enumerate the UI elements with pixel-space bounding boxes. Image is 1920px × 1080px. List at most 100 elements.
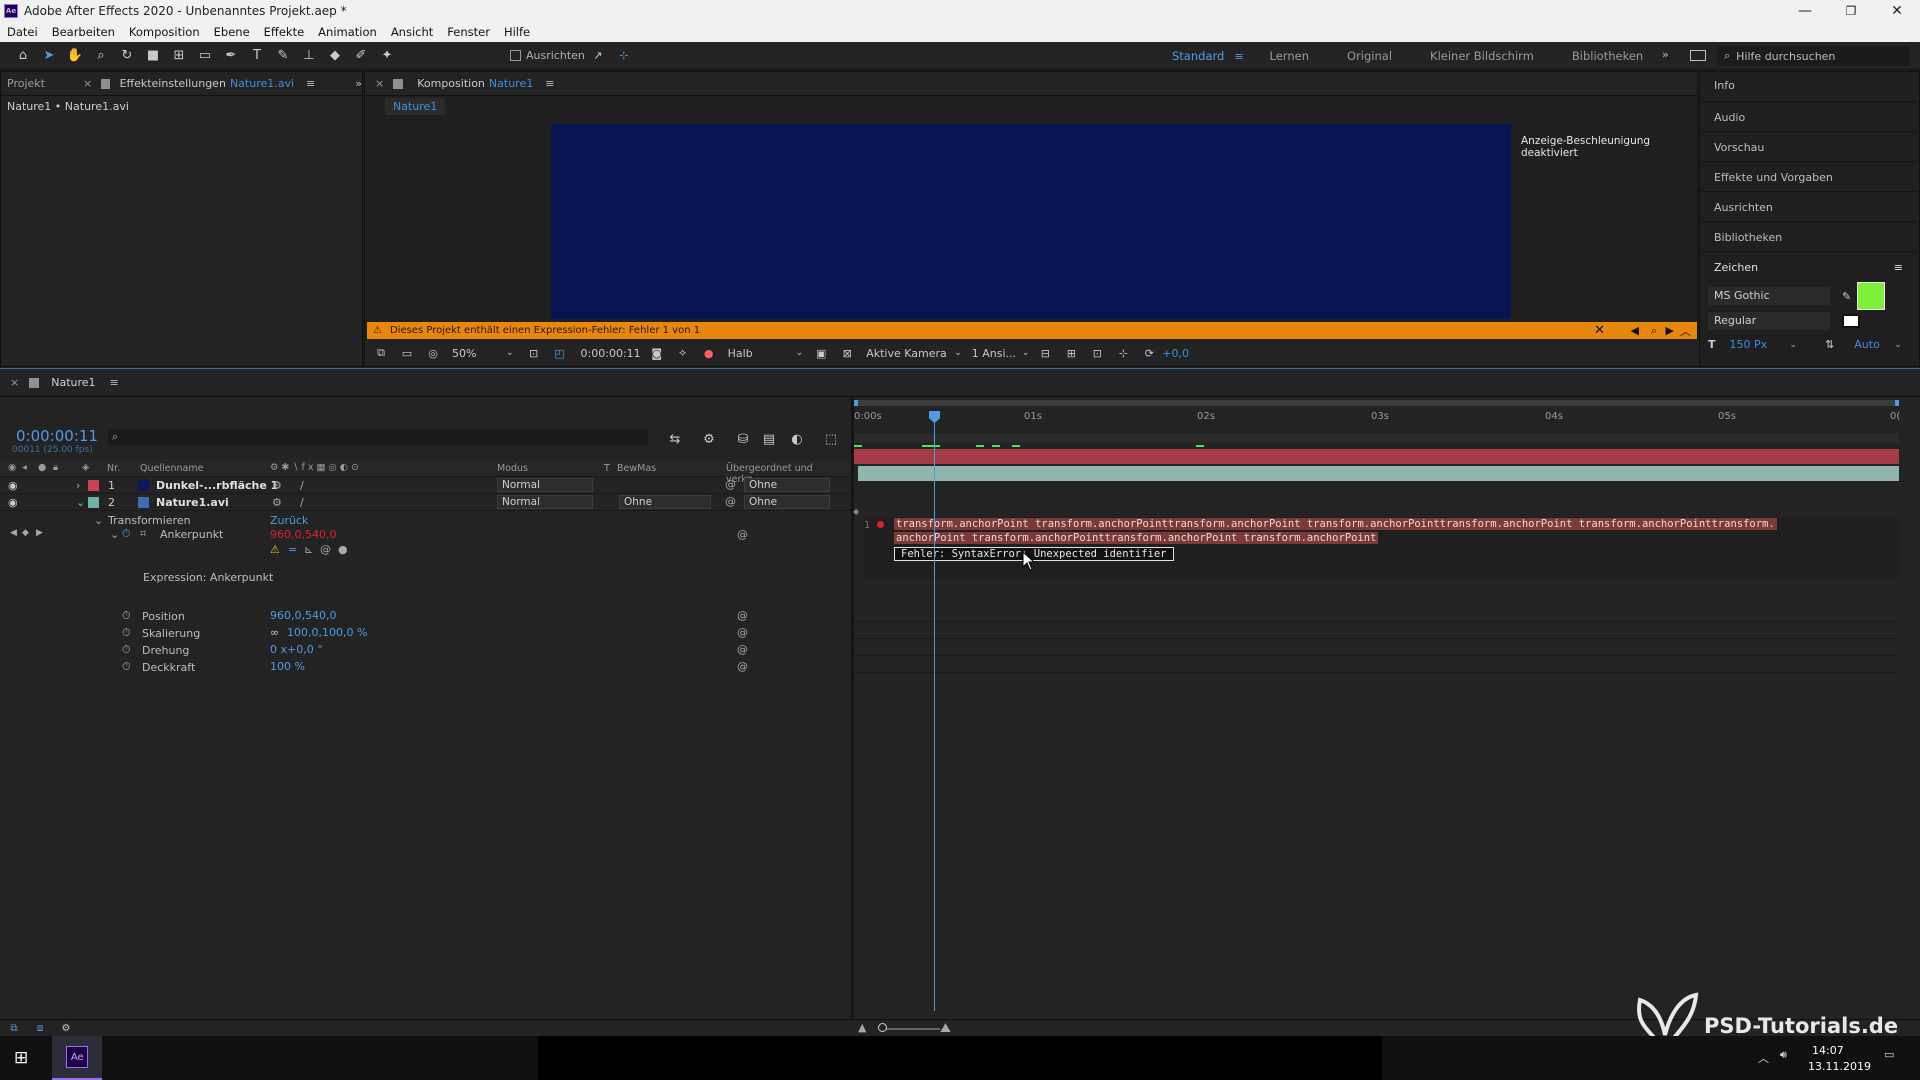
transform-reset-link[interactable]: Zurück	[270, 514, 308, 527]
workspace-lernen[interactable]: Lernen	[1270, 49, 1309, 63]
roi-icon[interactable]: ▣	[811, 343, 831, 363]
tab-projekt[interactable]: Projekt	[7, 77, 45, 90]
menu-animation[interactable]: Animation	[318, 25, 377, 39]
time-ruler[interactable]: 0:00s 01s 02s 03s 04s 05s 0(	[854, 407, 1900, 433]
expression-line-1[interactable]: transform.anchorPoint transform.anchorPo…	[894, 518, 1777, 530]
anchor-pickwhip-icon[interactable]: @	[737, 528, 748, 541]
anchor-value[interactable]: 960,0,540,0	[270, 528, 336, 541]
camera-tool-icon[interactable]: ■	[143, 46, 163, 66]
expression-line-2[interactable]: anchorPoint transform.anchorPointtransfo…	[894, 532, 1379, 544]
font-dropdown[interactable]: MS Gothic	[1708, 287, 1830, 305]
error-search-icon[interactable]: ⌕	[1651, 324, 1657, 338]
fill-color-swatch[interactable]	[1857, 282, 1886, 310]
tab-komposition[interactable]: Komposition	[417, 77, 485, 90]
snap-checkbox[interactable]	[510, 50, 521, 61]
layer-1-parent-dropdown[interactable]: Ohne	[744, 478, 830, 492]
layer-1-collapse-icon[interactable]: ⚙	[272, 479, 282, 492]
layer-2-name[interactable]: Nature1.avi	[156, 496, 229, 509]
keyframe-prev-icon[interactable]: ◀	[10, 528, 17, 538]
transform-label[interactable]: Transformieren	[108, 514, 191, 527]
layer-2-visibility-icon[interactable]: ◉	[8, 496, 18, 509]
scale-stopwatch-icon[interactable]: ⏱︎	[122, 626, 131, 640]
rotate-tool-icon[interactable]: ↻	[117, 46, 137, 66]
clock-time[interactable]: 14:07	[1812, 1044, 1844, 1057]
workspace-kleiner-bildschirm[interactable]: Kleiner Bildschirm	[1430, 49, 1534, 63]
layer-1-pickwhip-icon[interactable]: @	[725, 478, 736, 491]
menu-ansicht[interactable]: Ansicht	[391, 25, 433, 39]
comp-timecode[interactable]: 0:00:00:11	[581, 347, 641, 360]
layer-2-parent-dropdown[interactable]: Ohne	[744, 495, 830, 509]
clock-date[interactable]: 13.11.2019	[1808, 1060, 1871, 1073]
panel-item-audio[interactable]: Audio	[1700, 102, 1919, 132]
toggle-pixel-icon[interactable]: ⊟	[1035, 343, 1055, 363]
timeline-timecode[interactable]: 0:00:00:11	[16, 427, 98, 445]
tab-comp-target[interactable]: Nature1	[489, 77, 533, 90]
layer-1-visibility-icon[interactable]: ◉	[8, 479, 18, 492]
pen-tool-icon[interactable]: ✒	[221, 46, 241, 66]
layer-search-input[interactable]: ⌕	[108, 430, 648, 446]
expression-language-icon[interactable]: ●	[338, 543, 348, 556]
eraser-tool-icon[interactable]: ◆	[325, 46, 345, 66]
restore-button[interactable]: ❐	[1828, 4, 1874, 18]
comp-mini-flowchart-icon[interactable]: ⇆	[665, 429, 685, 449]
volume-icon[interactable]: 🔊︎	[1780, 1048, 1787, 1062]
monitor-icon[interactable]: ▭	[397, 343, 417, 363]
layer-2-collapse-icon[interactable]: ⚙	[272, 496, 282, 509]
prop-opacity-value[interactable]: 100 %	[270, 660, 305, 673]
zoom-tool-icon[interactable]: ⌕	[91, 46, 111, 66]
rotation-pickwhip-icon[interactable]: @	[737, 643, 748, 656]
layer-2-label-color[interactable]	[88, 497, 99, 508]
zoom-slider[interactable]	[880, 1028, 940, 1030]
panel-expand-icon[interactable]: »	[355, 77, 362, 90]
show-snapshot-icon[interactable]: ⟡	[673, 343, 693, 363]
stroke-swatch[interactable]	[1842, 314, 1860, 328]
exposure-value[interactable]: +0,0	[1162, 347, 1189, 360]
expression-graph-icon[interactable]: ⊾	[304, 543, 313, 556]
text-tool-icon[interactable]: T	[247, 46, 267, 66]
transform-expand-icon[interactable]: ⌄	[94, 514, 103, 527]
brush-tool-icon[interactable]: ✎	[273, 46, 293, 66]
taskbar-ae-button[interactable]: Ae	[52, 1036, 103, 1080]
always-preview-icon[interactable]: ⧉	[371, 343, 391, 363]
expression-enable-icon[interactable]: =	[288, 543, 297, 556]
layer-1-quality-icon[interactable]: ∕	[300, 479, 304, 492]
rotation-stopwatch-icon[interactable]: ⏱︎	[122, 643, 131, 657]
menu-datei[interactable]: Datei	[7, 25, 38, 39]
channel-icon[interactable]: ●	[699, 343, 719, 363]
comp-subtab[interactable]: Nature1	[385, 97, 446, 115]
playhead[interactable]	[934, 411, 935, 1011]
help-search-input[interactable]: Hilfe durchsuchen	[1736, 50, 1835, 63]
hand-tool-icon[interactable]: ✋	[65, 46, 85, 66]
tab-menu-icon[interactable]: ≡	[306, 77, 315, 90]
layer-row-2[interactable]: ◉ ⌄ 2 Nature1.avi ⚙ ∕ Normal Ohne @ Ohne	[0, 494, 851, 511]
shy-layers-icon[interactable]: ⛁	[733, 429, 753, 449]
graph-editor-icon[interactable]: ⬚	[821, 429, 841, 449]
zoom-dropdown[interactable]: 50%	[452, 347, 506, 360]
rectangle-tool-icon[interactable]: ▭	[195, 46, 215, 66]
work-area-bar[interactable]	[854, 400, 1899, 406]
panel-item-vorschau[interactable]: Vorschau	[1700, 132, 1919, 162]
layer-2-bar[interactable]	[858, 466, 1899, 481]
help-search[interactable]: ⌕ Hilfe durchsuchen	[1718, 46, 1910, 66]
more-workspaces-icon[interactable]: »	[1662, 48, 1669, 61]
zoom-out-icon[interactable]: ▲	[858, 1021, 866, 1034]
menu-hilfe[interactable]: Hilfe	[504, 25, 530, 39]
col-trkmat[interactable]: BewMas	[617, 463, 656, 474]
camera-dropdown[interactable]: Aktive Kamera	[866, 347, 954, 360]
expression-warning-icon[interactable]: ⚠	[270, 543, 280, 556]
menu-bearbeiten[interactable]: Bearbeiten	[52, 25, 115, 39]
flow-icon[interactable]: ⊹	[1113, 343, 1133, 363]
menu-komposition[interactable]: Komposition	[129, 25, 200, 39]
layer-1-name[interactable]: Dunkel-...rbfläche 1	[156, 479, 278, 492]
layer-row-1[interactable]: ◉ › 1 Dunkel-...rbfläche 1 ⚙ ∕ Normal @ …	[0, 477, 851, 494]
frame-blending-icon[interactable]: ▤	[759, 429, 779, 449]
snapshot-icon[interactable]: ◙	[647, 343, 667, 363]
error-collapse-icon[interactable]: ︿	[1680, 323, 1691, 339]
col-source[interactable]: Quellenname	[140, 463, 203, 474]
snap-grid-icon[interactable]: ⊹	[614, 46, 634, 66]
resolution-dropdown[interactable]: Halb	[728, 347, 796, 360]
menu-effekte[interactable]: Effekte	[264, 25, 305, 39]
pan-behind-tool-icon[interactable]: ⊞	[169, 46, 189, 66]
motion-blur-icon[interactable]: ◐	[787, 429, 807, 449]
zoom-slider-knob[interactable]	[878, 1023, 887, 1032]
